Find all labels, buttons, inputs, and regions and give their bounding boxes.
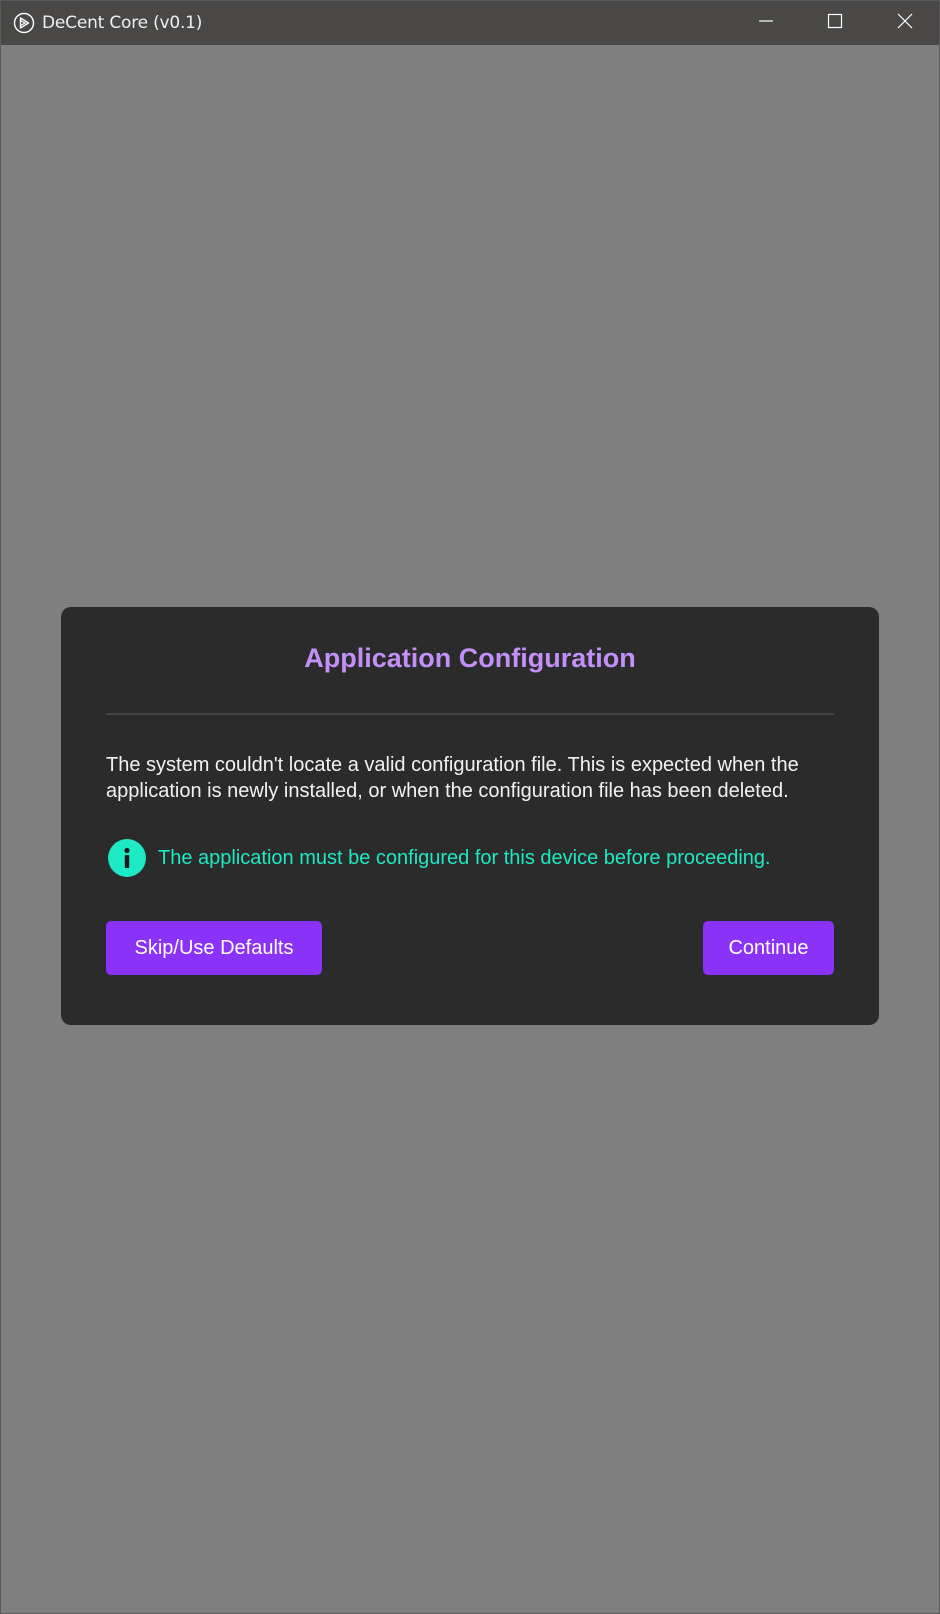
minimize-icon: [758, 13, 774, 34]
app-window: DeCent Core (v0.1) Application Configura…: [0, 0, 940, 1614]
window-title: DeCent Core (v0.1): [42, 13, 203, 33]
maximize-icon: [827, 13, 843, 34]
info-text: The application must be configured for t…: [158, 846, 771, 869]
skip-use-defaults-button[interactable]: Skip/Use Defaults: [106, 921, 322, 975]
divider: [106, 713, 834, 715]
maximize-button[interactable]: [800, 1, 869, 45]
info-icon: [108, 839, 146, 877]
decent-logo-icon: [13, 12, 35, 34]
dialog-title: Application Configuration: [304, 643, 636, 673]
close-button[interactable]: [870, 1, 939, 45]
close-icon: [897, 13, 913, 34]
dialog-message: The system couldn't locate a valid confi…: [106, 754, 799, 802]
title-bar[interactable]: DeCent Core (v0.1): [1, 1, 939, 45]
minimize-button[interactable]: [731, 1, 800, 45]
info-notice: The application must be configured for t…: [108, 838, 771, 878]
continue-button[interactable]: Continue: [703, 921, 834, 975]
configuration-dialog: Application Configuration The system cou…: [61, 607, 879, 1025]
modal-overlay: Application Configuration The system cou…: [1, 45, 939, 1613]
